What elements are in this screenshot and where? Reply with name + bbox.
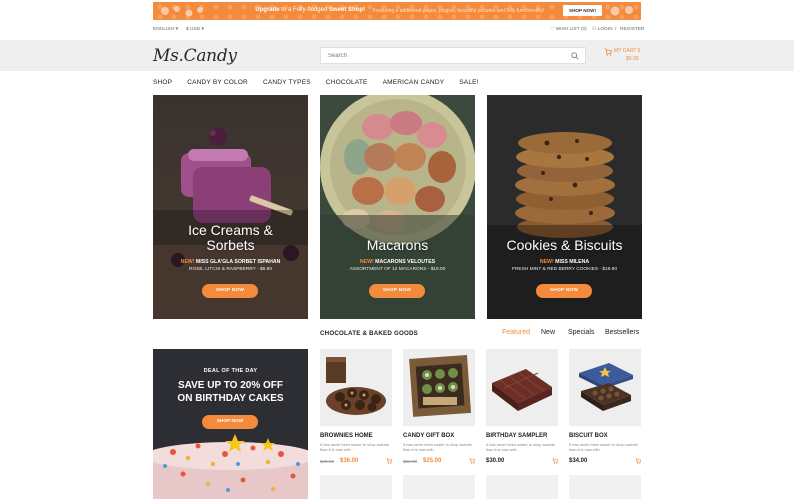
product-image[interactable] (403, 349, 475, 426)
deal-headline: SAVE UP TO 20% OFF ON BIRTHDAY CAKES (177, 380, 284, 404)
search-icon[interactable] (571, 52, 579, 60)
heart-icon: ♡ (550, 27, 555, 32)
hero-title: Cookies & Biscuits (506, 237, 623, 253)
product-description: It has never been easier to shop sweets … (569, 442, 638, 452)
hero-product-detail: ASSORTMENT OF 12 MACARONS - $19.00 (349, 267, 446, 272)
product-image-placeholder[interactable] (403, 475, 475, 499)
hero-product-name: NEW! MISS MILENA (539, 259, 590, 265)
add-to-cart-icon[interactable] (386, 458, 392, 464)
divider: | (178, 27, 180, 32)
product-price: $30.00 (486, 458, 505, 464)
deal-of-the-day[interactable]: DEAL OF THE DAY SAVE UP TO 20% OFF ON BIR… (153, 349, 308, 499)
hero-shop-now-button[interactable]: SHOP NOW (202, 284, 258, 298)
login-link[interactable]: ⚇ LOGIN (592, 27, 613, 32)
section-title: CHOCOLATE & BAKED GOODS (320, 330, 418, 337)
cart-label: MY CART 0 (614, 48, 641, 54)
language-selector[interactable]: ENGLISH ▾ (153, 27, 178, 32)
search-box[interactable] (320, 47, 586, 64)
candy-decoration-icon (610, 6, 633, 16)
product-description: It has never been easier to shop sweets … (320, 442, 389, 452)
hero-macarons[interactable]: Macarons NEW! MACARONS VELOUTES ASSORTME… (320, 95, 475, 319)
product-image-placeholder[interactable] (569, 475, 641, 499)
product-old-price: $45.00 (320, 459, 335, 464)
search-input[interactable] (328, 51, 558, 61)
tab-featured[interactable]: Featured (502, 329, 530, 336)
currency-selector[interactable]: $ USD ▾ (186, 27, 204, 32)
hero-shop-now-button[interactable]: SHOP NOW (369, 284, 425, 298)
product-image[interactable] (569, 349, 641, 426)
product-image[interactable] (486, 349, 558, 426)
product-price: $36.00 (340, 458, 359, 464)
add-to-cart-icon[interactable] (635, 458, 641, 464)
tab-new[interactable]: New (541, 329, 555, 336)
main-nav: SHOP CANDY BY COLOR CANDY TYPES CHOCOLAT… (153, 79, 479, 89)
product-card-biscuit-box[interactable]: BISCUIT BOX It has never been easier to … (569, 349, 641, 464)
divider: / (615, 27, 617, 32)
hero-product-name: NEW! MACARONS VELOUTES (359, 259, 436, 265)
nav-chocolate[interactable]: CHOCOLATE (326, 79, 368, 89)
tab-specials[interactable]: Specials (568, 329, 594, 336)
deal-label: DEAL OF THE DAY (203, 368, 258, 374)
hero-cookies[interactable]: Cookies & Biscuits NEW! MISS MILENA FRES… (487, 95, 642, 319)
product-image-placeholder[interactable] (486, 475, 558, 499)
nav-sale[interactable]: SALE! (459, 79, 478, 89)
product-card-candy-gift-box[interactable]: CANDY GIFT BOX It has never been easier … (403, 349, 475, 464)
product-old-price: $32.00 (403, 459, 418, 464)
deal-shop-now-button[interactable]: SHOP NOW (202, 415, 258, 429)
nav-american-candy[interactable]: AMERICAN CANDY (383, 79, 445, 89)
tab-bestsellers[interactable]: Bestsellers (605, 329, 639, 336)
hero-title: Ice Creams & Sorbets (188, 222, 273, 253)
product-name[interactable]: CANDY GIFT BOX (403, 433, 454, 439)
hero-product-name: NEW! MISS GLA'GLA SORBET ISPAHAN (180, 259, 281, 265)
product-price: $25.00 (423, 458, 442, 464)
promo-lead: Upgrade to a Fully-fledged Sweet Shop! (255, 7, 365, 13)
user-icon: ⚇ (592, 27, 597, 32)
birthday-cake-image (153, 434, 308, 499)
hero-product-detail: FRESH MINT & RED BERRY COOKIES - $18.90 (511, 267, 618, 272)
add-to-cart-icon[interactable] (552, 458, 558, 464)
product-description: It has never been easier to shop sweets … (486, 442, 555, 452)
product-image-placeholder[interactable] (320, 475, 392, 499)
nav-shop[interactable]: SHOP (153, 79, 172, 89)
promo-subtext: Featuring a additional pages, plugins, b… (373, 7, 545, 14)
hero-ice-cream[interactable]: Ice Creams & Sorbets NEW! MISS GLA'GLA SO… (153, 95, 308, 319)
promo-shop-now-button[interactable]: SHOP NOW! (563, 5, 602, 16)
cart-icon (604, 48, 612, 56)
hero-title: Macarons (366, 237, 429, 253)
product-card-brownies[interactable]: BROWNIES HOME It has never been easier t… (320, 349, 392, 464)
register-link[interactable]: REGISTER (620, 27, 645, 32)
site-logo[interactable]: Ms.Candy (153, 46, 237, 66)
product-name[interactable]: BIRTHDAY SAMPLER (486, 433, 547, 439)
product-image[interactable] (320, 349, 392, 426)
nav-candy-by-color[interactable]: CANDY BY COLOR (187, 79, 248, 89)
wishlist-link[interactable]: ♡ WISH LIST (0) (550, 27, 587, 32)
hero-product-detail: ROSE, LITCHI & RASPBERRY - $8.90 (189, 267, 272, 272)
promo-banner[interactable]: Upgrade to a Fully-fledged Sweet Shop! F… (153, 2, 641, 20)
product-card-birthday-sampler[interactable]: BIRTHDAY SAMPLER It has never been easie… (486, 349, 558, 464)
nav-candy-types[interactable]: CANDY TYPES (263, 79, 311, 89)
cart-total: $0.00 (626, 56, 639, 62)
product-name[interactable]: BROWNIES HOME (320, 433, 373, 439)
add-to-cart-icon[interactable] (469, 458, 475, 464)
product-description: It has never been easier to shop sweets … (403, 442, 472, 452)
product-price: $34.00 (569, 458, 588, 464)
product-name[interactable]: BISCUIT BOX (569, 433, 608, 439)
hero-shop-now-button[interactable]: SHOP NOW (536, 284, 592, 298)
